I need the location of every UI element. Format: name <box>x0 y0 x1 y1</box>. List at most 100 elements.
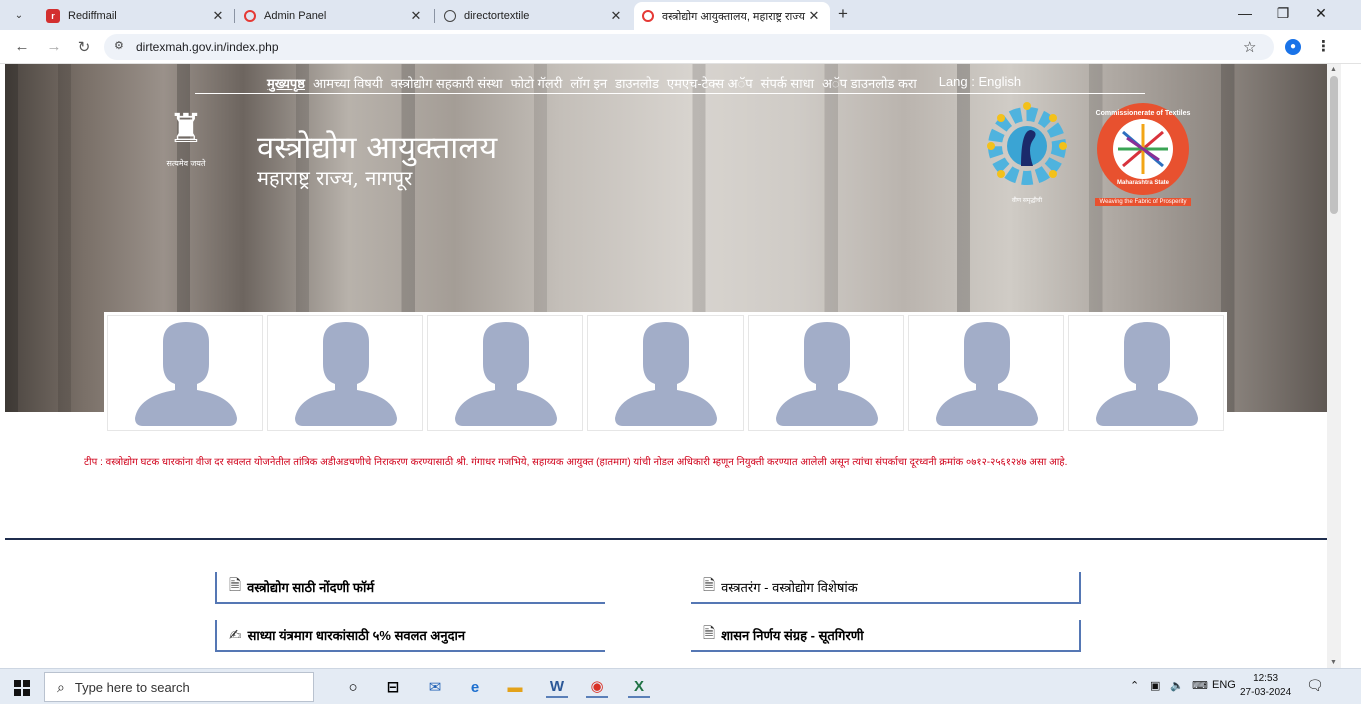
forward-icon[interactable]: → <box>44 38 64 55</box>
nav-about[interactable]: आमच्या विषयी <box>313 74 383 92</box>
volume-muted-icon[interactable]: 🔈 <box>1170 679 1184 692</box>
tab-active-site[interactable]: वस्त्रोद्योग आयुक्तालय, महाराष्ट्र राज्य… <box>634 2 830 30</box>
quick-link-powerloom-subsidy[interactable]: ✍ साध्या यंत्रमाग धारकांसाठी ५% सवलत अनु… <box>215 620 605 652</box>
quick-link-vastratarang[interactable]: 🗎 वस्त्रतरंग - वस्त्रोद्योग विशेषांक <box>691 572 1081 604</box>
site-info-icon[interactable]: ⚙ <box>114 39 124 52</box>
official-card[interactable] <box>268 316 423 430</box>
seal-arc-text: Commissionerate of Textiles <box>1095 110 1191 117</box>
scroll-up-icon[interactable]: ▲ <box>1330 66 1337 73</box>
nav-home[interactable]: मुख्यपृष्ठ <box>267 74 305 92</box>
user-edit-icon: ✍ <box>229 627 242 644</box>
tab-rediffmail[interactable]: r Rediffmail ✕ <box>38 2 234 30</box>
windows-taskbar: ⌕ Type here to search ○ ⊟ ✉ e ▬ W ◉ X ⌃ … <box>0 668 1361 704</box>
main-navigation: मुख्यपृष्ठ आमच्या विषयी वस्त्रोद्योग सहक… <box>267 74 1021 92</box>
official-card[interactable] <box>1068 316 1223 430</box>
tab-divider <box>434 9 435 23</box>
quick-link-label: वस्त्रतरंग - वस्त्रोद्योग विशेषांक <box>721 580 858 595</box>
person-placeholder-icon <box>135 322 237 426</box>
nav-login[interactable]: लॉग इन <box>570 74 607 92</box>
quick-link-label: शासन निर्णय संग्रह - सूतगिरणी <box>721 628 864 643</box>
official-card[interactable] <box>748 316 903 430</box>
person-placeholder-icon <box>1095 322 1198 426</box>
nav-contact[interactable]: संपर्क साधा <box>761 74 814 92</box>
tab-close-icon[interactable]: ✕ <box>408 8 424 24</box>
windows-start-icon[interactable] <box>14 680 30 696</box>
globe-icon <box>444 10 456 22</box>
state-emblem: ♜ सत्यमेव जयते <box>157 100 215 192</box>
tab-search-icon[interactable]: ⌄ <box>10 6 28 24</box>
cortana-icon[interactable]: ○ <box>342 676 364 698</box>
site-title: वस्त्रोद्योग आयुक्तालय <box>257 130 498 166</box>
official-card[interactable] <box>108 316 263 430</box>
tab-close-icon[interactable]: ✕ <box>210 8 226 24</box>
clock-time: 12:53 <box>1253 673 1279 684</box>
network-icon[interactable]: ▣ <box>1150 679 1160 692</box>
chrome-icon[interactable]: ◉ <box>586 676 608 698</box>
person-placeholder-icon <box>295 322 398 426</box>
word-icon[interactable]: W <box>546 676 568 698</box>
page-scrollbar[interactable]: ▲ ▼ <box>1327 64 1341 668</box>
nav-underline <box>195 93 1145 94</box>
url-text[interactable]: dirtexmah.gov.in/index.php <box>136 40 279 54</box>
back-icon[interactable]: ← <box>12 38 32 55</box>
admin-favicon-icon <box>244 10 256 22</box>
quick-link-label: वस्त्रोद्योग साठी नोंदणी फॉर्म <box>247 580 375 595</box>
new-tab-button[interactable]: + <box>838 4 848 24</box>
input-indicator-icon[interactable]: ⌨ <box>1192 679 1208 692</box>
nav-download[interactable]: डाउनलोड <box>615 74 659 92</box>
file-explorer-icon[interactable]: ▬ <box>504 676 526 698</box>
site-subtitle: महाराष्ट्र राज्य, नागपूर <box>257 166 413 190</box>
tray-overflow-icon[interactable]: ⌃ <box>1130 679 1139 692</box>
official-card[interactable] <box>428 316 583 430</box>
nav-language-toggle[interactable]: Lang : English <box>939 74 1021 92</box>
seal-bottom-text: Maharashtra State <box>1116 180 1170 186</box>
textile-gear-logo: वीण समृद्धीची <box>981 100 1073 208</box>
task-view-icon[interactable]: ⊟ <box>382 676 404 698</box>
gear-logo-caption: वीण समृद्धीची <box>1011 198 1043 204</box>
notification-icon[interactable]: 🗨 <box>1306 677 1324 694</box>
tab-label: Admin Panel <box>264 10 327 22</box>
omnibox[interactable]: ⚙ dirtexmah.gov.in/index.php <box>104 34 1274 60</box>
system-clock[interactable]: 12:53 27-03-2024 <box>1240 672 1291 700</box>
browser-menu-icon[interactable]: ⋮ <box>1316 37 1331 55</box>
tab-directortextile[interactable]: directortextile ✕ <box>436 2 632 30</box>
document-icon: 🗎 <box>703 624 716 642</box>
edge-icon[interactable]: e <box>464 676 486 698</box>
gear-logo-icon <box>987 102 1067 185</box>
official-card[interactable] <box>588 316 743 430</box>
nav-photo-gallery[interactable]: फोटो गॅलरी <box>511 74 563 92</box>
language-indicator[interactable]: ENG <box>1212 679 1236 691</box>
commissionerate-logo: Commissionerate of Textiles Maharashtra … <box>1093 102 1193 206</box>
taskbar-search-placeholder[interactable]: Type here to search <box>75 680 190 695</box>
rediffmail-favicon-icon: r <box>46 9 60 23</box>
reload-icon[interactable]: ↻ <box>74 38 94 56</box>
nav-app-download[interactable]: अॅप डाउनलोड करा <box>822 74 917 92</box>
scroll-down-icon[interactable]: ▼ <box>1330 659 1337 666</box>
excel-icon[interactable]: X <box>628 676 650 698</box>
quick-link-government-resolutions[interactable]: 🗎 शासन निर्णय संग्रह - सूतगिरणी <box>691 620 1081 652</box>
address-bar: ← → ↻ ⚙ dirtexmah.gov.in/index.php ☆ ● ⋮ <box>0 30 1361 64</box>
taskbar-search[interactable]: ⌕ Type here to search <box>44 672 314 702</box>
tab-admin-panel[interactable]: Admin Panel ✕ <box>236 2 432 30</box>
nav-mh-tex-app[interactable]: एमएच-टेक्स अॅप <box>667 74 753 92</box>
profile-avatar-icon[interactable]: ● <box>1285 39 1301 55</box>
officials-strip <box>104 312 1227 432</box>
tab-label: directortextile <box>464 10 530 22</box>
minimize-icon[interactable]: — <box>1230 5 1260 21</box>
tab-label: Rediffmail <box>68 10 117 22</box>
document-icon: 🗎 <box>703 576 716 594</box>
tab-close-icon[interactable]: ✕ <box>806 8 822 24</box>
quick-link-label: साध्या यंत्रमाग धारकांसाठी ५% सवलत अनुदा… <box>247 628 466 643</box>
official-card[interactable] <box>908 316 1063 430</box>
nav-cooperatives[interactable]: वस्त्रोद्योग सहकारी संस्था <box>391 74 503 92</box>
quick-link-registration-form[interactable]: 🗎 वस्त्रोद्योग साठी नोंदणी फॉर्म <box>215 572 605 604</box>
restore-icon[interactable]: ❐ <box>1268 5 1298 22</box>
bookmark-star-icon[interactable]: ☆ <box>1243 38 1256 56</box>
notice-text: टीप : वस्त्रोद्योग घटक धारकांना वीज दर स… <box>84 457 1068 468</box>
tab-close-icon[interactable]: ✕ <box>608 8 624 24</box>
scroll-thumb[interactable] <box>1330 76 1338 214</box>
mail-icon[interactable]: ✉ <box>424 676 446 698</box>
tab-label: वस्त्रोद्योग आयुक्तालय, महाराष्ट्र राज्य <box>662 10 806 23</box>
close-window-icon[interactable]: ✕ <box>1306 5 1336 22</box>
document-icon: 🗎 <box>229 576 242 594</box>
